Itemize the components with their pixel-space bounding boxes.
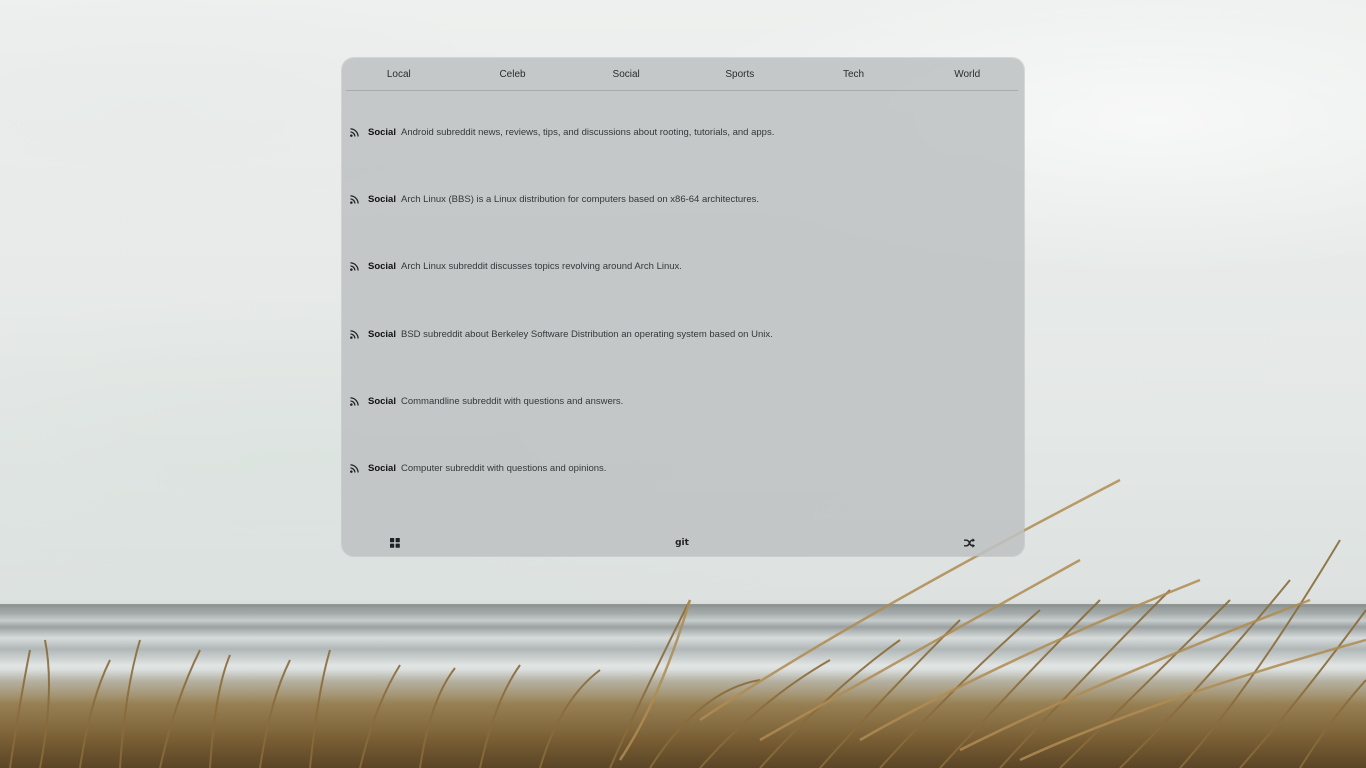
feed-item[interactable]: Social BSD subreddit about Berkeley Soft… — [350, 323, 1016, 345]
feed-item[interactable]: Social Android subreddit news, reviews, … — [350, 121, 1016, 143]
tab-celeb[interactable]: Celeb — [456, 60, 570, 89]
tab-sports[interactable]: Sports — [683, 60, 797, 89]
grid-button[interactable] — [387, 535, 403, 551]
feed-item-description: Commandline subreddit with questions and… — [401, 395, 624, 407]
feed-item-category: Social — [368, 328, 396, 340]
category-tabs: Local Celeb Social Sports Tech World — [342, 58, 1024, 90]
feed-item-description: Arch Linux (BBS) is a Linux distribution… — [401, 193, 760, 205]
rss-icon — [350, 261, 359, 271]
grid-icon — [390, 538, 400, 548]
rss-icon — [350, 194, 359, 204]
feed-item-category: Social — [368, 395, 396, 407]
tab-social[interactable]: Social — [569, 60, 683, 89]
tab-local[interactable]: Local — [342, 60, 456, 89]
rss-icon — [350, 463, 359, 473]
feed-item-category: Social — [368, 126, 396, 138]
feed-item[interactable]: Social Commandline subreddit with questi… — [350, 390, 1016, 412]
rss-icon — [350, 396, 359, 406]
tab-tech[interactable]: Tech — [797, 60, 911, 89]
feed-item-description: Computer subreddit with questions and op… — [401, 462, 607, 474]
feed-item[interactable]: Social Arch Linux (BBS) is a Linux distr… — [350, 188, 1016, 210]
shuffle-icon — [963, 538, 975, 548]
feed-item[interactable]: Social Arch Linux subreddit discusses to… — [350, 255, 1016, 277]
feed-item-description: Arch Linux subreddit discusses topics re… — [401, 260, 682, 272]
git-button[interactable]: git — [674, 535, 690, 551]
feed-item-category: Social — [368, 462, 396, 474]
tab-world[interactable]: World — [910, 60, 1024, 89]
feed-item-description: Android subreddit news, reviews, tips, a… — [401, 126, 775, 138]
feed-item-category: Social — [368, 193, 396, 205]
rss-icon — [350, 329, 359, 339]
feed-item[interactable]: Social Computer subreddit with questions… — [350, 457, 1016, 479]
feed-item-category: Social — [368, 260, 396, 272]
rss-icon — [350, 127, 359, 137]
feed-panel: Local Celeb Social Sports Tech World Soc… — [342, 58, 1024, 556]
shuffle-button[interactable] — [961, 535, 977, 551]
feed-item-description: BSD subreddit about Berkeley Software Di… — [401, 328, 773, 340]
tabs-divider — [346, 90, 1018, 91]
